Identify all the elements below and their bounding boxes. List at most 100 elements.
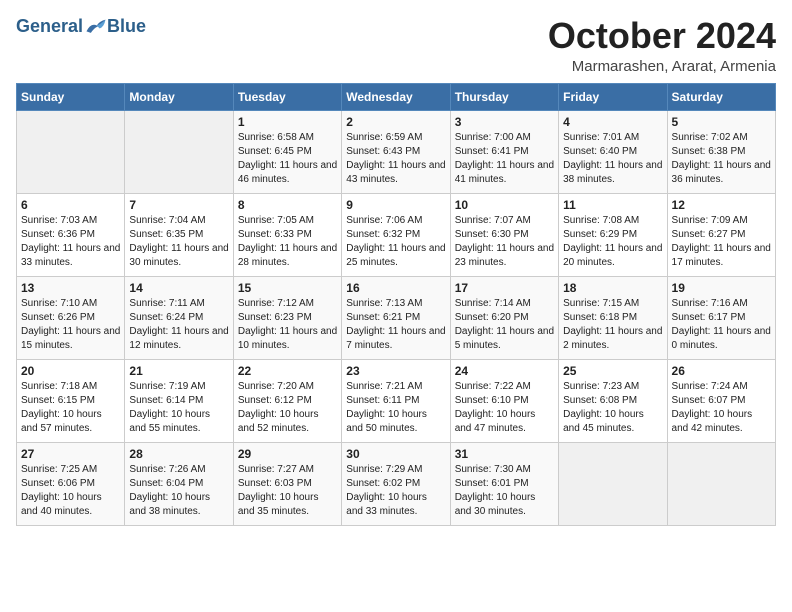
calendar-cell: 4 Sunrise: 7:01 AM Sunset: 6:40 PM Daylig…	[559, 110, 667, 193]
day-number: 15	[238, 281, 337, 295]
calendar-cell	[559, 442, 667, 525]
calendar-cell: 14 Sunrise: 7:11 AM Sunset: 6:24 PM Dayli…	[125, 276, 233, 359]
weekday-header-sunday: Sunday	[17, 83, 125, 110]
calendar-cell	[125, 110, 233, 193]
calendar-cell: 27 Sunrise: 7:25 AM Sunset: 6:06 PM Dayli…	[17, 442, 125, 525]
day-info: Sunrise: 7:09 AM Sunset: 6:27 PM Dayligh…	[672, 214, 771, 270]
weekday-header-thursday: Thursday	[450, 83, 558, 110]
logo-bird-icon	[85, 18, 107, 36]
weekday-header-monday: Monday	[125, 83, 233, 110]
weekday-header-row: SundayMondayTuesdayWednesdayThursdayFrid…	[17, 83, 776, 110]
day-number: 1	[238, 115, 337, 129]
day-number: 29	[238, 447, 337, 461]
day-number: 31	[455, 447, 554, 461]
day-number: 18	[563, 281, 662, 295]
week-row-4: 20 Sunrise: 7:18 AM Sunset: 6:15 PM Dayli…	[17, 359, 776, 442]
logo-blue: Blue	[107, 16, 146, 37]
day-info: Sunrise: 7:11 AM Sunset: 6:24 PM Dayligh…	[129, 297, 228, 353]
day-info: Sunrise: 7:22 AM Sunset: 6:10 PM Dayligh…	[455, 380, 554, 436]
month-title: October 2024	[548, 16, 776, 56]
day-info: Sunrise: 7:00 AM Sunset: 6:41 PM Dayligh…	[455, 131, 554, 187]
calendar-table: SundayMondayTuesdayWednesdayThursdayFrid…	[16, 83, 776, 526]
day-number: 17	[455, 281, 554, 295]
calendar-cell: 24 Sunrise: 7:22 AM Sunset: 6:10 PM Dayli…	[450, 359, 558, 442]
calendar-cell: 3Sunrise: 7:00 AM Sunset: 6:41 PM Daylig…	[450, 110, 558, 193]
day-info: Sunrise: 7:01 AM Sunset: 6:40 PM Dayligh…	[563, 131, 662, 187]
day-number: 21	[129, 364, 228, 378]
calendar-cell: 30 Sunrise: 7:29 AM Sunset: 6:02 PM Dayli…	[342, 442, 450, 525]
calendar-cell: 20 Sunrise: 7:18 AM Sunset: 6:15 PM Dayli…	[17, 359, 125, 442]
day-number: 22	[238, 364, 337, 378]
calendar-cell: 1 Sunrise: 6:58 AM Sunset: 6:45 PM Daylig…	[233, 110, 341, 193]
calendar-cell: 19Sunrise: 7:16 AM Sunset: 6:17 PM Dayli…	[667, 276, 775, 359]
day-number: 27	[21, 447, 120, 461]
day-number: 4	[563, 115, 662, 129]
day-number: 16	[346, 281, 445, 295]
day-number: 19	[672, 281, 771, 295]
day-number: 30	[346, 447, 445, 461]
day-number: 5	[672, 115, 771, 129]
day-info: Sunrise: 7:26 AM Sunset: 6:04 PM Dayligh…	[129, 463, 228, 519]
day-number: 20	[21, 364, 120, 378]
day-info: Sunrise: 7:27 AM Sunset: 6:03 PM Dayligh…	[238, 463, 337, 519]
week-row-5: 27 Sunrise: 7:25 AM Sunset: 6:06 PM Dayli…	[17, 442, 776, 525]
day-number: 14	[129, 281, 228, 295]
day-number: 25	[563, 364, 662, 378]
day-info: Sunrise: 7:06 AM Sunset: 6:32 PM Dayligh…	[346, 214, 445, 270]
day-info: Sunrise: 7:05 AM Sunset: 6:33 PM Dayligh…	[238, 214, 337, 270]
calendar-cell: 26 Sunrise: 7:24 AM Sunset: 6:07 PM Dayli…	[667, 359, 775, 442]
day-info: Sunrise: 7:08 AM Sunset: 6:29 PM Dayligh…	[563, 214, 662, 270]
day-number: 28	[129, 447, 228, 461]
day-info: Sunrise: 7:04 AM Sunset: 6:35 PM Dayligh…	[129, 214, 228, 270]
day-info: Sunrise: 6:58 AM Sunset: 6:45 PM Dayligh…	[238, 131, 337, 187]
calendar-cell: 13Sunrise: 7:10 AM Sunset: 6:26 PM Dayli…	[17, 276, 125, 359]
calendar-cell: 18 Sunrise: 7:15 AM Sunset: 6:18 PM Dayli…	[559, 276, 667, 359]
day-number: 7	[129, 198, 228, 212]
calendar-cell: 6 Sunrise: 7:03 AM Sunset: 6:36 PM Daylig…	[17, 193, 125, 276]
calendar-cell	[667, 442, 775, 525]
day-number: 9	[346, 198, 445, 212]
week-row-3: 13Sunrise: 7:10 AM Sunset: 6:26 PM Dayli…	[17, 276, 776, 359]
day-number: 23	[346, 364, 445, 378]
day-info: Sunrise: 7:02 AM Sunset: 6:38 PM Dayligh…	[672, 131, 771, 187]
logo: General Blue	[16, 16, 146, 37]
day-info: Sunrise: 7:03 AM Sunset: 6:36 PM Dayligh…	[21, 214, 120, 270]
calendar-cell: 21 Sunrise: 7:19 AM Sunset: 6:14 PM Dayli…	[125, 359, 233, 442]
day-number: 26	[672, 364, 771, 378]
day-info: Sunrise: 7:18 AM Sunset: 6:15 PM Dayligh…	[21, 380, 120, 436]
calendar-cell	[17, 110, 125, 193]
logo-text: General Blue	[16, 16, 146, 37]
day-info: Sunrise: 7:20 AM Sunset: 6:12 PM Dayligh…	[238, 380, 337, 436]
day-info: Sunrise: 7:30 AM Sunset: 6:01 PM Dayligh…	[455, 463, 554, 519]
day-number: 11	[563, 198, 662, 212]
day-info: Sunrise: 7:19 AM Sunset: 6:14 PM Dayligh…	[129, 380, 228, 436]
calendar-cell: 11 Sunrise: 7:08 AM Sunset: 6:29 PM Dayli…	[559, 193, 667, 276]
weekday-header-tuesday: Tuesday	[233, 83, 341, 110]
day-info: Sunrise: 7:13 AM Sunset: 6:21 PM Dayligh…	[346, 297, 445, 353]
day-info: Sunrise: 7:25 AM Sunset: 6:06 PM Dayligh…	[21, 463, 120, 519]
day-number: 6	[21, 198, 120, 212]
calendar-body: 1 Sunrise: 6:58 AM Sunset: 6:45 PM Daylig…	[17, 110, 776, 525]
calendar-cell: 7 Sunrise: 7:04 AM Sunset: 6:35 PM Daylig…	[125, 193, 233, 276]
day-info: Sunrise: 7:24 AM Sunset: 6:07 PM Dayligh…	[672, 380, 771, 436]
day-info: Sunrise: 7:12 AM Sunset: 6:23 PM Dayligh…	[238, 297, 337, 353]
day-number: 24	[455, 364, 554, 378]
week-row-1: 1 Sunrise: 6:58 AM Sunset: 6:45 PM Daylig…	[17, 110, 776, 193]
calendar-cell: 28 Sunrise: 7:26 AM Sunset: 6:04 PM Dayli…	[125, 442, 233, 525]
location: Marmarashen, Ararat, Armenia	[548, 58, 776, 75]
day-info: Sunrise: 7:15 AM Sunset: 6:18 PM Dayligh…	[563, 297, 662, 353]
day-number: 10	[455, 198, 554, 212]
calendar-cell: 31 Sunrise: 7:30 AM Sunset: 6:01 PM Dayli…	[450, 442, 558, 525]
page-header: General Blue October 2024 Marmarashen, A…	[16, 16, 776, 75]
day-info: Sunrise: 7:10 AM Sunset: 6:26 PM Dayligh…	[21, 297, 120, 353]
calendar-cell: 12Sunrise: 7:09 AM Sunset: 6:27 PM Dayli…	[667, 193, 775, 276]
weekday-header-wednesday: Wednesday	[342, 83, 450, 110]
weekday-header-saturday: Saturday	[667, 83, 775, 110]
day-info: Sunrise: 7:29 AM Sunset: 6:02 PM Dayligh…	[346, 463, 445, 519]
day-info: Sunrise: 7:07 AM Sunset: 6:30 PM Dayligh…	[455, 214, 554, 270]
calendar-cell: 2Sunrise: 6:59 AM Sunset: 6:43 PM Daylig…	[342, 110, 450, 193]
logo-general: General	[16, 16, 83, 37]
title-block: October 2024 Marmarashen, Ararat, Armeni…	[548, 16, 776, 75]
calendar-cell: 15 Sunrise: 7:12 AM Sunset: 6:23 PM Dayli…	[233, 276, 341, 359]
calendar-cell: 9 Sunrise: 7:06 AM Sunset: 6:32 PM Daylig…	[342, 193, 450, 276]
